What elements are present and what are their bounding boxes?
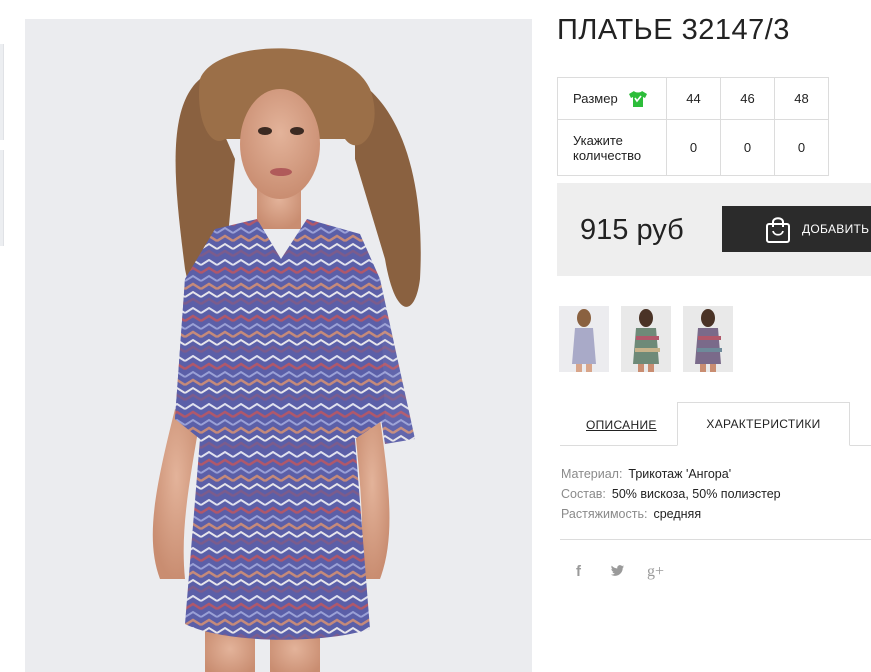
characteristic-key: Растяжимость: [561,507,648,521]
characteristic-value: 50% вискоза, 50% полиэстер [611,487,781,501]
gallery-thumb-edge[interactable] [0,150,4,246]
quantity-label-line2: количество [573,147,642,163]
shopping-bag-icon [766,217,790,243]
size-table: Размер 44 46 48 Укажите количество 0 0 0 [557,77,829,176]
quantity-label-line1: Укажите [573,132,623,148]
size-option-44: 44 [666,77,721,120]
facebook-icon[interactable]: f [576,563,581,580]
quantity-input-46[interactable]: 0 [720,119,775,176]
price-panel: 915 руб ДОБАВИТЬ [557,183,871,276]
social-divider [560,539,871,540]
characteristic-value: Трикотаж 'Ангора' [628,467,732,481]
size-chart-shirt-icon[interactable] [628,90,648,108]
characteristic-value: средняя [653,507,702,521]
tab-description[interactable]: ОПИСАНИЕ [586,418,657,432]
product-title: ПЛАТЬЕ 32147/3 [557,14,790,46]
characteristic-key: Материал: [561,467,623,481]
quantity-input-48[interactable]: 0 [774,119,829,176]
product-thumbnail-2[interactable] [621,306,671,372]
size-label-cell: Размер [557,77,667,120]
characteristic-row: Растяжимость: средняя [561,504,781,524]
quantity-label-cell: Укажите количество [557,119,667,176]
size-option-48: 48 [774,77,829,120]
characteristic-row: Материал: Трикотаж 'Ангора' [561,464,781,484]
twitter-icon[interactable] [610,565,625,577]
characteristics-list: Материал: Трикотаж 'Ангора' Состав: 50% ви… [561,464,781,524]
add-to-cart-label: ДОБАВИТЬ [802,222,870,236]
product-thumbnail-3[interactable] [683,306,733,372]
google-plus-icon[interactable]: g+ [647,563,664,581]
product-price: 915 руб [580,214,684,246]
size-option-46: 46 [720,77,775,120]
add-to-cart-button[interactable]: ДОБАВИТЬ [722,206,871,252]
characteristic-row: Состав: 50% вискоза, 50% полиэстер [561,484,781,504]
tab-characteristics[interactable]: ХАРАКТЕРИСТИКИ [677,402,850,446]
characteristic-key: Состав: [561,487,606,501]
product-thumbnail-1[interactable] [559,306,609,372]
quantity-input-44[interactable]: 0 [666,119,721,176]
product-main-photo [25,19,532,672]
size-label: Размер [573,91,618,106]
gallery-thumb-edge[interactable] [0,44,4,140]
